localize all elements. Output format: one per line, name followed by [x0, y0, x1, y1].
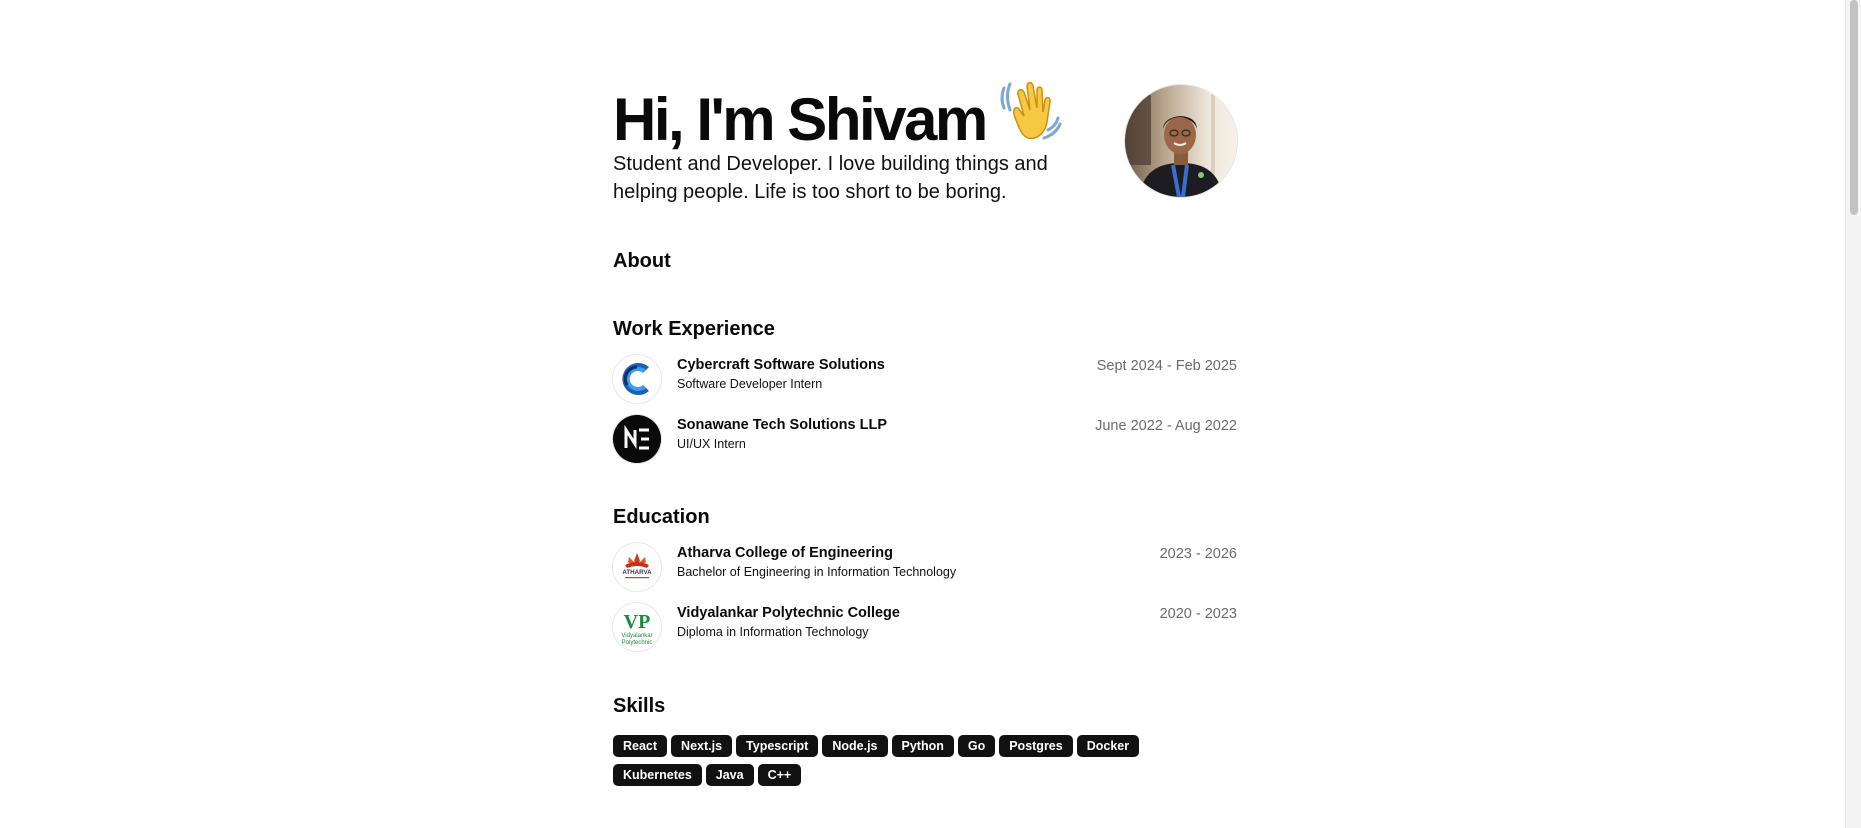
vidyalankar-logo-icon: VP Vidyalankar Polytechnic: [613, 603, 661, 651]
sonawane-logo-icon: [613, 415, 661, 463]
cybercraft-logo-icon: [613, 355, 661, 403]
education-school-name: Atharva College of Engineering: [677, 545, 893, 561]
skills-list: React Next.js Typescript Node.js Python …: [613, 735, 1173, 786]
atharva-logo-icon: ATHARVA: [613, 543, 661, 591]
work-experience-heading: Work Experience: [613, 318, 775, 340]
portfolio-page: Hi, I'm Shivam Student and Developer. I …: [0, 0, 1861, 828]
hero-greeting: Hi, I'm Shivam: [613, 86, 988, 153]
hero-title: Hi, I'm Shivam: [613, 76, 1062, 158]
skill-badge: Next.js: [671, 735, 733, 757]
work-entry-sonawane[interactable]: Sonawane Tech Solutions LLP UI/UX Intern…: [613, 415, 1237, 465]
skill-badge: Node.js: [822, 735, 888, 757]
work-role: Software Developer Intern: [677, 377, 823, 391]
scrollbar-thumb[interactable]: [1850, 0, 1858, 215]
work-dates: June 2022 - Aug 2022: [1095, 418, 1237, 434]
profile-photo: [1125, 85, 1237, 197]
work-company-name: Cybercraft Software Solutions: [677, 357, 885, 373]
page-scrollbar[interactable]: [1845, 0, 1861, 828]
education-entry-atharva[interactable]: ATHARVA Atharva College of Engineering B…: [613, 543, 1237, 593]
work-role: UI/UX Intern: [677, 437, 746, 451]
skills-heading: Skills: [613, 695, 666, 717]
about-heading: About: [613, 250, 671, 272]
education-heading: Education: [613, 506, 710, 528]
skill-badge: React: [613, 735, 668, 757]
work-company-name: Sonawane Tech Solutions LLP: [677, 417, 888, 433]
education-entry-vidyalankar[interactable]: VP Vidyalankar Polytechnic Vidyalankar P…: [613, 603, 1237, 653]
education-school-name: Vidyalankar Polytechnic College: [677, 605, 900, 621]
education-degree: Bachelor of Engineering in Information T…: [677, 565, 957, 579]
skill-badge: Python: [891, 735, 954, 757]
profile-avatar: [1125, 85, 1237, 197]
education-dates: 2023 - 2026: [1159, 546, 1237, 562]
svg-text:VP: VP: [624, 611, 651, 633]
waving-hand-icon: [1000, 81, 1062, 140]
main-content: Hi, I'm Shivam Student and Developer. I …: [613, 0, 1237, 786]
skill-badge: Java: [705, 764, 754, 786]
svg-text:Polytechnic: Polytechnic: [622, 640, 653, 646]
skill-badge: Go: [957, 735, 996, 757]
education-degree: Diploma in Information Technology: [677, 625, 869, 639]
work-entry-cybercraft[interactable]: Cybercraft Software Solutions Software D…: [613, 355, 1237, 405]
skill-badge: Kubernetes: [613, 764, 702, 786]
work-dates: Sept 2024 - Feb 2025: [1096, 358, 1237, 374]
skill-badge: Typescript: [736, 735, 819, 757]
svg-text:Vidyalankar: Vidyalankar: [621, 633, 652, 639]
skill-badge: Docker: [1076, 735, 1140, 757]
skill-badge: C++: [757, 764, 802, 786]
education-dates: 2020 - 2023: [1159, 606, 1237, 622]
svg-text:ATHARVA: ATHARVA: [622, 569, 652, 576]
hero-subtitle: Student and Developer. I love building t…: [613, 153, 1048, 203]
skill-badge: Postgres: [999, 735, 1073, 757]
hero-section: Hi, I'm Shivam Student and Developer. I …: [613, 0, 1237, 220]
